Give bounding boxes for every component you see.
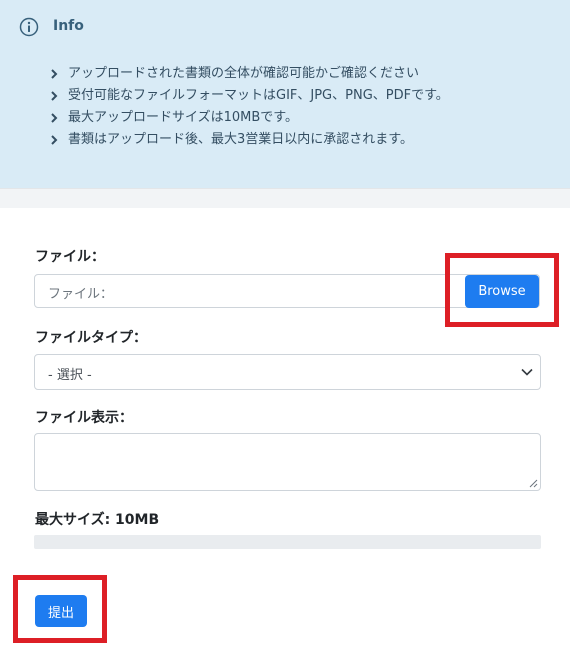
info-list: アップロードされた書類の全体が確認可能かご確認ください 受付可能なファイルフォー… [48, 63, 449, 151]
file-type-label: ファイルタイプ： [35, 330, 147, 346]
info-item: 書類はアップロード後、最大3営業日以内に承認されます。 [48, 129, 449, 151]
section-divider [0, 188, 570, 208]
highlight-box-browse [445, 253, 559, 327]
info-panel: Info アップロードされた書類の全体が確認可能かご確認ください 受付可能なファ… [0, 0, 570, 188]
info-item-text: 最大アップロードサイズは10MBです。 [68, 110, 298, 125]
upload-progress-bar [34, 535, 541, 549]
max-size-label: 最大サイズ: 10MB [35, 512, 160, 528]
chevron-right-icon [51, 91, 58, 101]
resize-handle-icon[interactable] [529, 479, 538, 488]
file-display-textarea[interactable] [34, 433, 541, 491]
info-item: 最大アップロードサイズは10MBです。 [48, 107, 449, 129]
file-input-placeholder: ファイル： [48, 287, 114, 302]
info-item: 受付可能なファイルフォーマットはGIF、JPG、PNG、PDFです。 [48, 85, 449, 107]
chevron-right-icon [51, 69, 58, 79]
highlight-box-submit [13, 575, 107, 643]
info-item: アップロードされた書類の全体が確認可能かご確認ください [48, 63, 449, 85]
info-title: Info [53, 18, 84, 34]
file-type-selected: - 選択 - [48, 368, 92, 383]
info-item-text: アップロードされた書類の全体が確認可能かご確認ください [68, 66, 420, 81]
chevron-down-icon [521, 368, 533, 376]
file-type-select[interactable]: - 選択 - [34, 354, 541, 390]
info-circle-icon [19, 17, 39, 37]
info-item-text: 書類はアップロード後、最大3営業日以内に承認されます。 [68, 132, 413, 147]
file-label: ファイル： [35, 249, 105, 265]
file-display-label: ファイル表示： [35, 410, 133, 426]
info-item-text: 受付可能なファイルフォーマットはGIF、JPG、PNG、PDFです。 [68, 88, 449, 103]
chevron-right-icon [51, 113, 58, 123]
chevron-right-icon [51, 135, 58, 145]
